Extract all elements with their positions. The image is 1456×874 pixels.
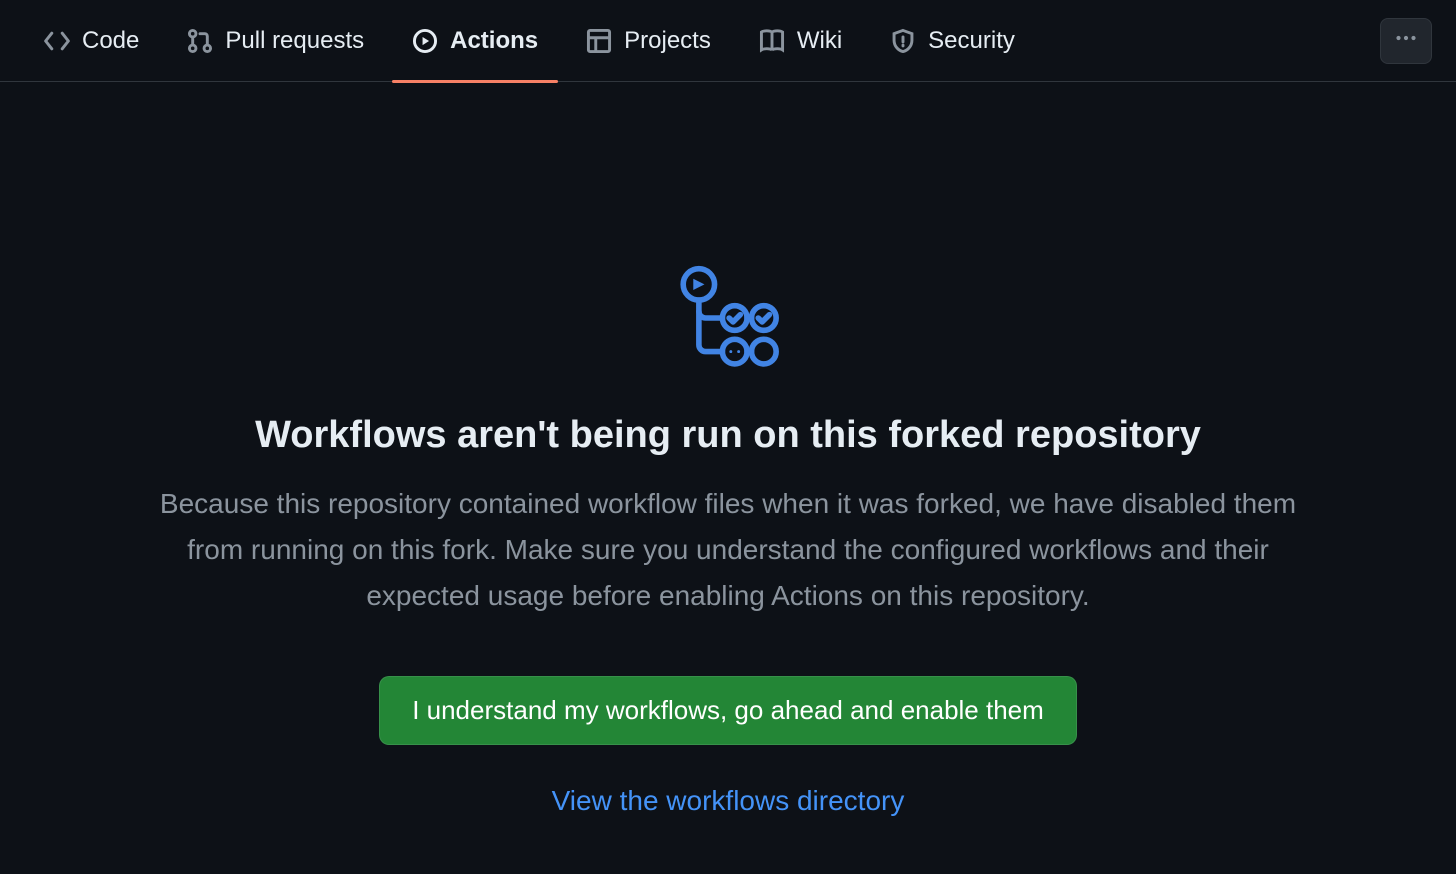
tab-label: Code <box>82 27 139 55</box>
tab-code[interactable]: Code <box>24 0 159 82</box>
tab-wiki[interactable]: Wiki <box>739 0 862 82</box>
page-description: Because this repository contained workfl… <box>153 481 1303 620</box>
tab-label: Pull requests <box>225 27 364 55</box>
play-icon <box>412 28 438 54</box>
tab-actions[interactable]: Actions <box>392 0 558 82</box>
kebab-icon <box>1394 26 1418 55</box>
enable-workflows-button[interactable]: I understand my workflows, go ahead and … <box>379 676 1077 745</box>
nav-tabs: Code Pull requests Actions Projects Wiki <box>24 0 1380 82</box>
tab-label: Projects <box>624 27 711 55</box>
tab-projects[interactable]: Projects <box>566 0 731 82</box>
main-content: Workflows aren't being run on this forke… <box>0 82 1456 817</box>
more-menu-button[interactable] <box>1380 18 1432 64</box>
page-title: Workflows aren't being run on this forke… <box>255 414 1201 457</box>
workflow-graph-icon <box>672 262 784 374</box>
tab-pull-requests[interactable]: Pull requests <box>167 0 384 82</box>
code-icon <box>44 28 70 54</box>
book-icon <box>759 28 785 54</box>
project-icon <box>586 28 612 54</box>
tab-label: Actions <box>450 27 538 55</box>
repo-nav: Code Pull requests Actions Projects Wiki <box>0 0 1456 82</box>
shield-icon <box>890 28 916 54</box>
tab-label: Wiki <box>797 27 842 55</box>
tab-label: Security <box>928 27 1015 55</box>
tab-security[interactable]: Security <box>870 0 1035 82</box>
view-workflows-link[interactable]: View the workflows directory <box>552 785 905 817</box>
git-pull-request-icon <box>187 28 213 54</box>
